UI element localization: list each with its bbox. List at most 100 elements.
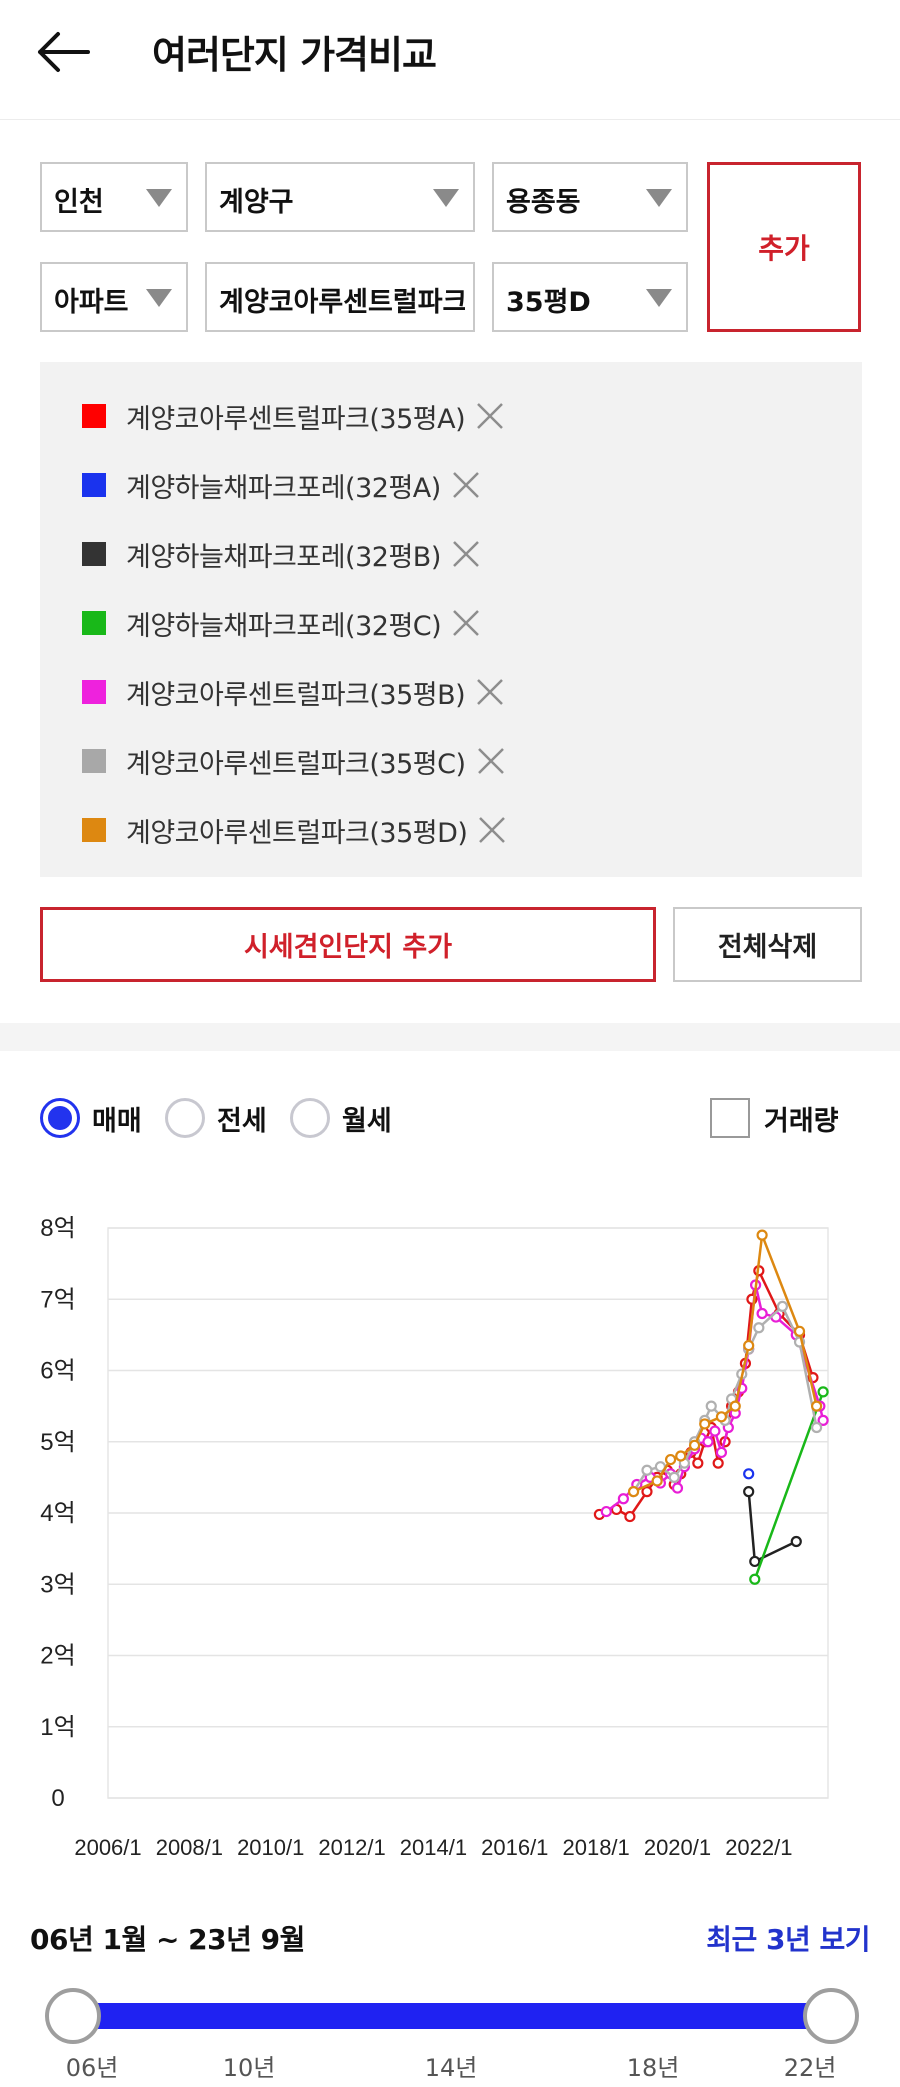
slider-end-handle[interactable] xyxy=(803,1988,859,2044)
data-point[interactable] xyxy=(743,1339,755,1352)
data-point[interactable] xyxy=(756,1307,768,1320)
series-line xyxy=(753,1391,825,1580)
list-item: 계양하늘채파크포레(32평B) xyxy=(82,534,483,574)
x-tick-label: 2016/1 xyxy=(481,1835,548,1860)
list-item-label: 계양코아루센트럴파크(35평B) xyxy=(126,679,466,711)
data-point[interactable] xyxy=(776,1300,789,1312)
x-tick-label: 2020/1 xyxy=(644,1835,711,1860)
x-tick-label: 2014/1 xyxy=(400,1835,467,1860)
size-select[interactable]: 35평D xyxy=(492,262,688,332)
slider-start-handle[interactable] xyxy=(45,1988,101,2044)
y-tick-label: 8억 xyxy=(40,1215,75,1242)
list-item-label: 계양하늘채파크포레(32평B) xyxy=(126,541,441,573)
data-point[interactable] xyxy=(702,1436,714,1448)
data-point[interactable] xyxy=(641,1464,653,1476)
data-point[interactable] xyxy=(671,1482,684,1494)
y-tick-label: 0 xyxy=(51,1785,64,1812)
gu-select[interactable]: 계양구 xyxy=(205,162,475,232)
checkbox-icon xyxy=(710,1098,750,1138)
volume-checkbox[interactable]: 거래량 xyxy=(710,1097,839,1139)
sido-select[interactable]: 인천 xyxy=(40,162,188,232)
data-point[interactable] xyxy=(753,1322,765,1334)
data-point[interactable] xyxy=(624,1510,636,1523)
data-point[interactable] xyxy=(705,1400,717,1412)
radio-unselected-icon xyxy=(290,1098,330,1138)
radio-monthly[interactable]: 월세 xyxy=(290,1097,392,1139)
data-point[interactable] xyxy=(817,1386,829,1398)
data-point[interactable] xyxy=(617,1493,629,1505)
price-chart: 0 1억 2억 3억 4억 5억 6억 7억 8억 2006/1 2008/1 2010/1 2012… xyxy=(40,1215,829,1860)
data-point[interactable] xyxy=(692,1457,704,1469)
add-button[interactable]: 추가 xyxy=(707,162,861,332)
series-계양하늘채파크포레(32평C) xyxy=(749,1386,829,1585)
data-point[interactable] xyxy=(749,1573,761,1585)
data-point[interactable] xyxy=(668,1471,680,1483)
data-point[interactable] xyxy=(793,1325,806,1337)
radio-jeonse[interactable]: 전세 xyxy=(165,1097,267,1139)
y-tick-label: 3억 xyxy=(40,1571,75,1598)
delete-all-button[interactable]: 전체삭제 xyxy=(673,907,862,982)
list-item: 계양코아루센트럴파크(35평A) xyxy=(82,396,507,436)
recent-3-years-link[interactable]: 최근 3년 보기 xyxy=(706,1918,870,1958)
close-icon[interactable] xyxy=(449,468,483,502)
slider-tick-label: 06년 xyxy=(65,2054,119,2082)
data-point[interactable] xyxy=(715,1411,728,1423)
slider-tick-label: 10년 xyxy=(222,2054,276,2082)
data-point[interactable] xyxy=(811,1400,823,1412)
dropdown-arrow-icon xyxy=(646,189,672,207)
radio-jeonse-label: 전세 xyxy=(217,1105,267,1137)
data-point[interactable] xyxy=(743,1468,755,1480)
compare-list: 계양코아루센트럴파크(35평A) 계양하늘채파크포레(32평A) 계양하늘채파크… xyxy=(40,362,862,877)
x-tick-label: 2006/1 xyxy=(74,1835,141,1860)
back-arrow-icon[interactable] xyxy=(36,30,92,74)
data-point[interactable] xyxy=(699,1418,711,1430)
data-point[interactable] xyxy=(743,1486,755,1498)
dong-select-value: 용종동 xyxy=(506,187,581,218)
slider-tick-label: 22년 xyxy=(783,2054,837,2082)
data-point[interactable] xyxy=(641,1486,653,1498)
data-point[interactable] xyxy=(729,1400,741,1412)
close-icon[interactable] xyxy=(473,675,507,709)
close-icon[interactable] xyxy=(475,813,509,847)
close-icon[interactable] xyxy=(449,537,483,571)
type-select-value: 아파트 xyxy=(54,287,129,318)
list-item-label: 계양코아루센트럴파크(35평D) xyxy=(126,817,468,849)
dong-select[interactable]: 용종동 xyxy=(492,162,688,232)
data-point[interactable] xyxy=(651,1475,663,1487)
color-swatch xyxy=(82,473,106,497)
color-swatch xyxy=(82,680,106,704)
data-point[interactable] xyxy=(688,1439,701,1451)
add-similar-complex-button[interactable]: 시세견인단지 추가 xyxy=(40,907,656,982)
y-tick-label: 2억 xyxy=(40,1643,75,1670)
data-point[interactable] xyxy=(811,1421,823,1434)
list-item-label: 계양하늘채파크포레(32평C) xyxy=(126,610,442,642)
close-icon[interactable] xyxy=(449,606,483,640)
data-point[interactable] xyxy=(790,1535,802,1548)
x-tick-label: 2022/1 xyxy=(725,1835,792,1860)
radio-sale[interactable]: 매매 xyxy=(40,1097,142,1139)
period-slider-track[interactable] xyxy=(72,2003,832,2029)
complex-select[interactable]: 계양코아루센트럴파크 xyxy=(205,262,475,332)
data-point[interactable] xyxy=(749,1555,761,1568)
list-item: 계양코아루센트럴파크(35평B) xyxy=(82,672,507,712)
data-point[interactable] xyxy=(709,1425,721,1437)
data-point[interactable] xyxy=(664,1453,677,1466)
type-select[interactable]: 아파트 xyxy=(40,262,188,332)
data-point[interactable] xyxy=(627,1486,640,1498)
list-item-label: 계양코아루센트럴파크(35평C) xyxy=(126,748,466,780)
list-item: 계양코아루센트럴파크(35평C) xyxy=(82,741,508,781)
dropdown-arrow-icon xyxy=(146,189,172,207)
data-point[interactable] xyxy=(712,1457,724,1469)
dropdown-arrow-icon xyxy=(433,189,459,207)
data-point[interactable] xyxy=(715,1446,728,1459)
color-swatch xyxy=(82,749,106,773)
list-item-label: 계양하늘채파크포레(32평A) xyxy=(126,472,441,504)
y-tick-label: 5억 xyxy=(40,1429,75,1456)
data-point[interactable] xyxy=(600,1505,612,1518)
close-icon[interactable] xyxy=(474,744,508,778)
data-point[interactable] xyxy=(756,1229,768,1241)
data-point[interactable] xyxy=(675,1450,687,1462)
page-title: 여러단지 가격비교 xyxy=(152,33,437,77)
series-계양하늘채파크포레(32평B) xyxy=(743,1486,802,1568)
close-icon[interactable] xyxy=(473,399,507,433)
